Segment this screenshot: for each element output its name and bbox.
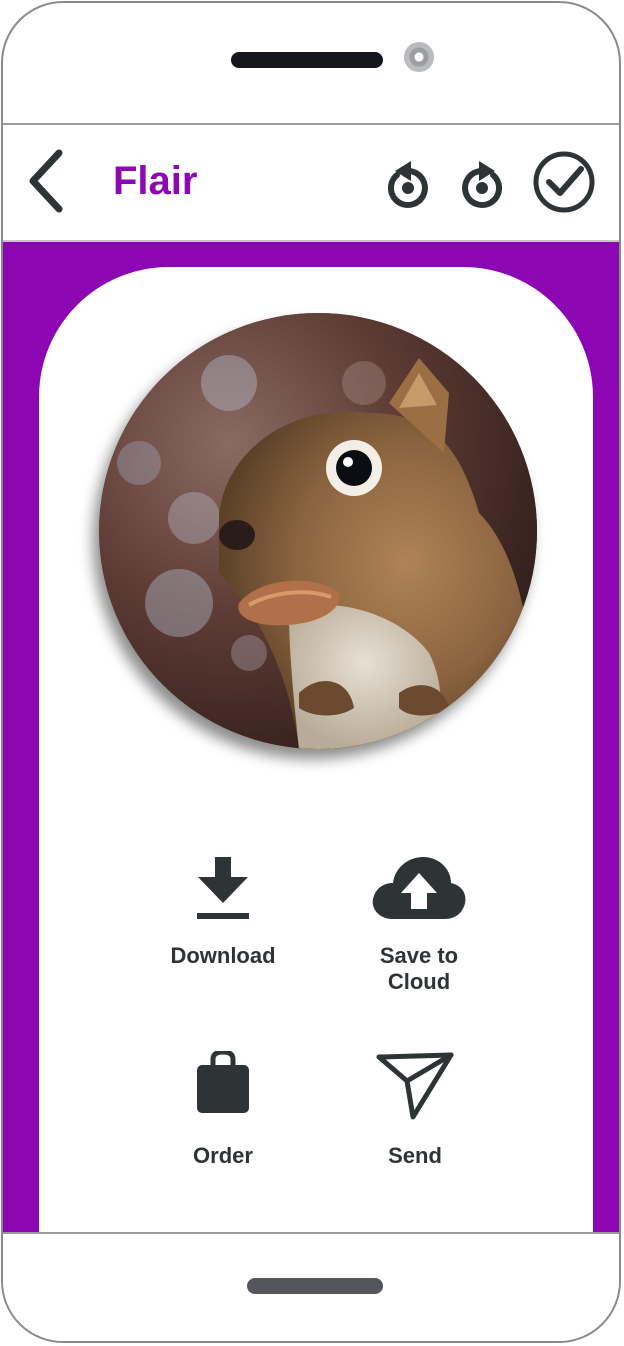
check-circle-icon[interactable]	[531, 149, 597, 215]
app-title: Flair	[113, 159, 198, 203]
cloud-upload-icon	[372, 857, 466, 919]
download-label: Download	[170, 943, 276, 968]
save-to-cloud-label: Save to Cloud	[379, 943, 459, 994]
send-button[interactable]: Send	[335, 1051, 495, 1169]
save-to-cloud-button[interactable]: Save to Cloud	[339, 855, 499, 995]
order-label: Order	[193, 1143, 253, 1168]
send-label: Send	[388, 1143, 442, 1168]
shopping-bag-icon	[197, 1051, 249, 1113]
redo-icon[interactable]	[455, 155, 509, 209]
speaker-grille	[231, 52, 383, 68]
app-bar: Flair	[3, 125, 619, 242]
undo-icon[interactable]	[381, 155, 435, 209]
download-icon	[197, 857, 249, 919]
home-indicator[interactable]	[247, 1278, 383, 1294]
order-button[interactable]: Order	[143, 1051, 303, 1169]
photo-illustration	[99, 313, 537, 749]
send-icon	[376, 1052, 454, 1120]
download-button[interactable]: Download	[143, 855, 303, 969]
front-camera	[404, 42, 434, 72]
chevron-left-icon[interactable]	[21, 147, 71, 215]
system-nav-bar	[3, 1232, 619, 1341]
phone-frame: Flair Download Save to Cloud Order Send	[1, 1, 621, 1343]
squirrel-photo[interactable]	[99, 313, 537, 749]
